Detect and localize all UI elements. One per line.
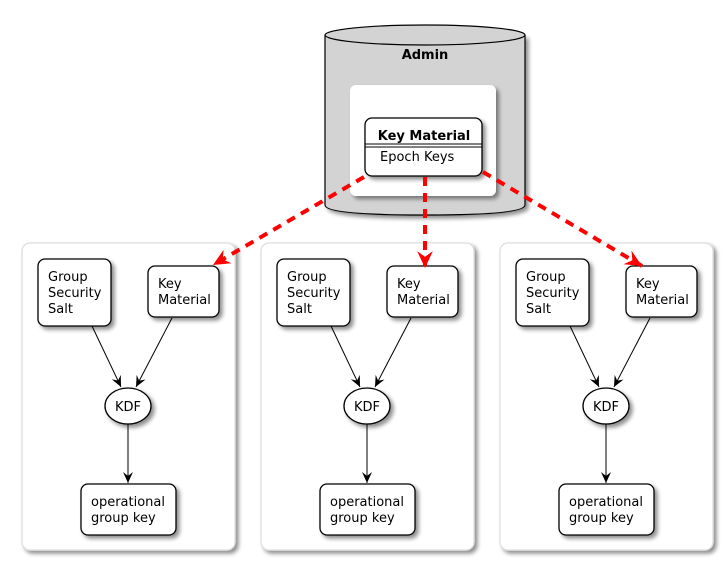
key-material-class[interactable]: Key Material Epoch Keys	[364, 117, 483, 177]
admin-database-top	[324, 24, 526, 46]
group-frame-1: GroupSecuritySalt KeyMaterial KDF operation…	[21, 242, 236, 551]
group-security-salt-label: Salt	[48, 302, 73, 317]
group-security-salt-node[interactable]: GroupSecuritySalt	[515, 258, 590, 327]
key-material-label: Key	[397, 277, 421, 292]
operational-group-key-node[interactable]: operationalgroup key	[80, 483, 177, 536]
group-security-salt-label: Security	[287, 286, 341, 301]
group-security-salt-label: Salt	[287, 302, 312, 317]
kdf-label: KDF	[593, 400, 619, 415]
group-security-salt-label: Group	[526, 270, 566, 285]
key-material-label: Key	[158, 277, 182, 292]
operational-group-key-label: operational	[569, 495, 643, 510]
operational-group-key-label: operational	[330, 495, 404, 510]
kdf-label: KDF	[354, 400, 380, 415]
admin-database: Admin Key Material Epoch Keys	[324, 24, 526, 216]
groups-layer: GroupSecuritySaltKeyMaterialKDFoperation…	[21, 242, 714, 551]
kdf-node[interactable]: KDF	[104, 387, 152, 425]
operational-group-key-label: group key	[569, 511, 634, 526]
group-security-salt-label: Group	[287, 270, 327, 285]
operational-group-key-label: group key	[91, 511, 156, 526]
key-material-node[interactable]: KeyMaterial	[147, 265, 220, 318]
key-distribution-diagram: Admin Key Material Epoch Keys GroupSecur…	[21, 24, 714, 551]
group-frame-3: GroupSecuritySalt KeyMaterial KDF operation…	[499, 242, 714, 551]
operational-group-key-label: group key	[330, 511, 395, 526]
group-frame-2: GroupSecuritySalt KeyMaterial KDF operation…	[260, 242, 475, 551]
operational-group-key-label: operational	[91, 495, 165, 510]
group-security-salt-label: Security	[526, 286, 580, 301]
operational-group-key-node[interactable]: operationalgroup key	[319, 483, 416, 536]
key-material-label: Key	[636, 277, 660, 292]
kdf-label: KDF	[115, 400, 141, 415]
key-material-class-name: Key Material	[378, 129, 471, 144]
kdf-node[interactable]: KDF	[582, 387, 630, 425]
key-material-node[interactable]: KeyMaterial	[386, 265, 459, 318]
kdf-node[interactable]: KDF	[343, 387, 391, 425]
key-material-label: Material	[158, 293, 211, 308]
key-material-class-field: Epoch Keys	[380, 150, 455, 165]
group-security-salt-label: Group	[48, 270, 88, 285]
key-material-label: Material	[397, 293, 450, 308]
operational-group-key-node[interactable]: operationalgroup key	[558, 483, 655, 536]
group-security-salt-label: Salt	[526, 302, 551, 317]
key-material-node[interactable]: KeyMaterial	[625, 265, 698, 318]
group-security-salt-label: Security	[48, 286, 102, 301]
admin-title: Admin	[402, 48, 449, 63]
group-security-salt-node[interactable]: GroupSecuritySalt	[276, 258, 351, 327]
group-security-salt-node[interactable]: GroupSecuritySalt	[37, 258, 112, 327]
key-material-label: Material	[636, 293, 689, 308]
